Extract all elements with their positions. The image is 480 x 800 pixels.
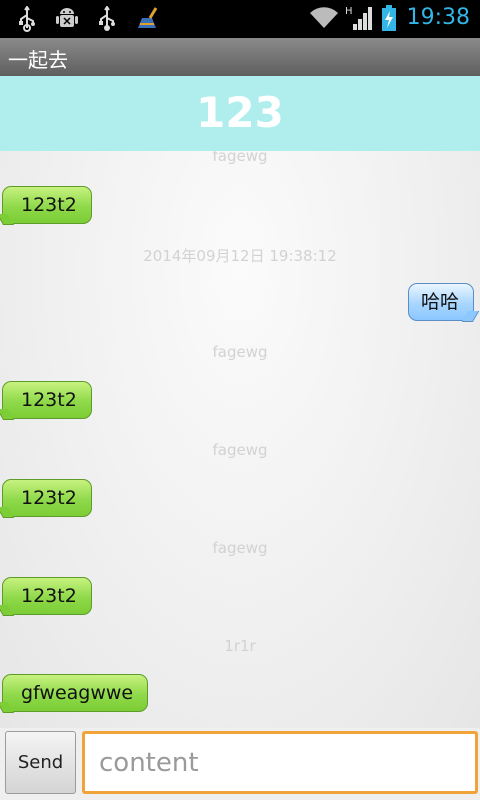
message-list[interactable]: fagewg 123t2 2014年09月12日 19:38:12 哈哈 fag… — [0, 151, 480, 728]
notification-icons — [16, 5, 158, 32]
usb-icon — [96, 5, 118, 32]
message-bubble-left[interactable]: gfweagwwe — [2, 674, 149, 712]
action-bar: 一起去 — [0, 38, 480, 76]
signal-h-icon: H — [345, 4, 375, 30]
message-bubble-left[interactable]: 123t2 — [2, 381, 92, 419]
chat-header: 123 — [0, 76, 480, 151]
app-title: 一起去 — [8, 48, 68, 72]
message-sender-label: fagewg — [212, 151, 268, 165]
send-button[interactable]: Send — [5, 731, 76, 794]
message-input[interactable] — [82, 731, 478, 794]
message-bubble-right[interactable]: 哈哈 — [407, 283, 474, 321]
message-bubble-left[interactable]: 123t2 — [2, 186, 92, 224]
message-bubble-left[interactable]: 123t2 — [2, 577, 92, 615]
svg-text:H: H — [345, 6, 353, 17]
android-debug-icon — [56, 6, 78, 32]
message-timestamp: 2014年09月12日 19:38:12 — [143, 247, 337, 265]
app-screen: H 19:38 一起去 123 fagewg 123t2 2014年09月12日… — [0, 0, 480, 800]
clock-time: 19:38 — [406, 4, 470, 30]
compose-bar: Send — [0, 728, 480, 800]
usb-icon — [16, 5, 38, 32]
battery-charging-icon — [381, 4, 397, 31]
message-sender-label: fagewg — [212, 441, 268, 459]
message-bubble-left[interactable]: 123t2 — [2, 479, 92, 517]
message-sender-label: fagewg — [212, 343, 268, 361]
message-sender-label: fagewg — [212, 539, 268, 557]
status-bar: H 19:38 — [0, 0, 480, 38]
system-icons: H 19:38 — [309, 4, 470, 31]
cleaner-icon — [136, 6, 158, 32]
chat-title: 123 — [196, 88, 284, 137]
wifi-icon — [309, 4, 339, 30]
message-sender-label: 1r1r — [224, 637, 256, 655]
